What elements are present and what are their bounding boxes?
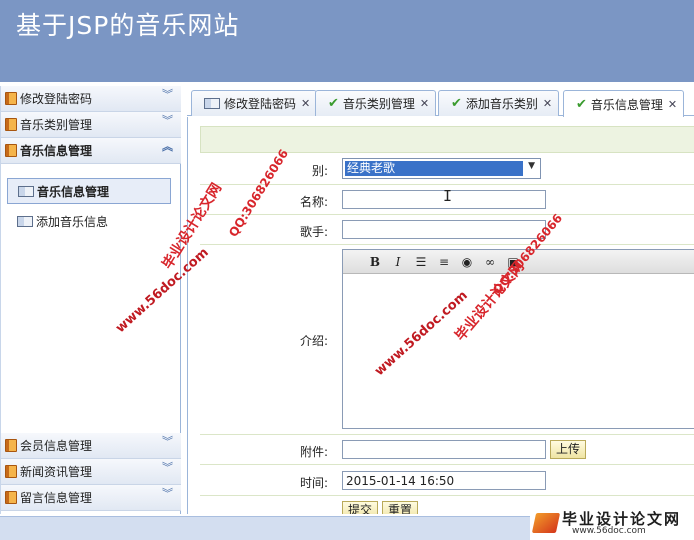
app-header: 基于JSP的音乐网站 — [0, 0, 694, 82]
sidebar-section-label: 音乐类别管理 — [20, 118, 93, 132]
check-icon: ✔ — [328, 96, 339, 111]
id-card-icon — [204, 98, 220, 109]
sidebar-item-music-info-manage[interactable]: 音乐信息管理 — [7, 178, 171, 204]
singer-label: 歌手: — [299, 225, 328, 239]
editor-toolbar: B I ☰ ≡ ◉ ∞ ▣ — [343, 250, 694, 274]
sidebar-section-label: 新闻资讯管理 — [20, 465, 93, 479]
link-icon[interactable]: ∞ — [480, 253, 500, 271]
form-row-intro: 介绍: B I ☰ ≡ ◉ ∞ ▣ — [200, 245, 694, 435]
folder-icon — [5, 118, 17, 131]
singer-input[interactable] — [342, 220, 546, 239]
folder-icon — [5, 491, 17, 504]
form-row-attachment: 附件: 上传 — [200, 435, 694, 465]
logo-mark — [531, 513, 561, 533]
tab-bar: 修改登陆密码 ✕ ✔ 音乐类别管理 ✕ ✔ 添加音乐类别 ✕ ✔ 音乐信息管理 … — [187, 86, 694, 117]
form-header-strip — [200, 126, 694, 153]
globe-icon[interactable]: ◉ — [457, 253, 477, 271]
close-icon[interactable]: ✕ — [543, 97, 552, 110]
tab-label: 音乐信息管理 — [590, 97, 663, 112]
ordered-list-icon[interactable]: ☰ — [411, 253, 431, 271]
chevron-down-icon[interactable]: ︾ — [162, 436, 173, 447]
sidebar: 修改登陆密码 ︾ 音乐类别管理 ︾ 音乐信息管理 ︽ 音乐信息管理 添加音乐信息… — [0, 86, 181, 514]
sidebar-section-members[interactable]: 会员信息管理 ︾ — [1, 433, 181, 459]
tab-music-info-manage[interactable]: ✔ 音乐信息管理 ✕ — [563, 90, 685, 117]
rich-text-editor[interactable]: B I ☰ ≡ ◉ ∞ ▣ — [342, 249, 694, 429]
sidebar-section-messages[interactable]: 留言信息管理 ︾ — [1, 485, 181, 511]
chevron-down-icon[interactable]: ︾ — [162, 115, 173, 126]
folder-icon — [5, 439, 17, 452]
site-title: 基于JSP的音乐网站 — [16, 11, 240, 40]
sidebar-section-music-info[interactable]: 音乐信息管理 ︽ — [1, 138, 181, 164]
folder-icon — [5, 92, 17, 105]
sidebar-section-category[interactable]: 音乐类别管理 ︾ — [1, 112, 181, 138]
text-cursor-icon: I — [443, 187, 453, 205]
sidebar-item-label: 添加音乐信息 — [36, 214, 109, 229]
italic-button[interactable]: I — [388, 253, 408, 271]
bold-button[interactable]: B — [365, 253, 385, 271]
logo-url: www.56doc.com — [572, 526, 646, 536]
chevron-up-icon[interactable]: ︽ — [162, 141, 173, 152]
category-select[interactable]: 经典老歌 ▼ — [342, 158, 541, 179]
sidebar-item-add-music[interactable]: 添加音乐信息 — [7, 208, 108, 234]
upload-button[interactable]: 上传 — [550, 440, 587, 459]
submit-button[interactable]: 提交 — [342, 501, 379, 514]
check-icon: ✔ — [451, 96, 462, 111]
tab-label: 修改登陆密码 — [224, 97, 297, 111]
chevron-down-icon[interactable]: ︾ — [162, 89, 173, 100]
sidebar-section-password[interactable]: 修改登陆密码 ︾ — [1, 86, 181, 112]
attachment-label: 附件: — [299, 445, 328, 459]
attachment-input[interactable] — [342, 440, 546, 459]
form-row-time: 时间: 2015-01-14 16:50 — [200, 465, 694, 496]
intro-label: 介绍: — [299, 334, 328, 348]
close-icon[interactable]: ✕ — [301, 97, 310, 110]
sidebar-section-body: 音乐信息管理 添加音乐信息 — [1, 164, 181, 436]
sidebar-section-label: 修改登陆密码 — [20, 92, 93, 106]
form-row-singer: 歌手: — [200, 215, 694, 245]
close-icon[interactable]: ✕ — [420, 97, 429, 110]
chevron-down-icon[interactable]: ︾ — [162, 488, 173, 499]
site-logo: 毕业设计论文网 www.56doc.com — [530, 507, 694, 540]
sidebar-section-label: 留言信息管理 — [20, 491, 93, 505]
unordered-list-icon[interactable]: ≡ — [434, 253, 454, 271]
form-row-category: 别: 经典老歌 ▼ — [200, 153, 694, 185]
sidebar-section-label: 会员信息管理 — [20, 439, 93, 453]
time-input[interactable]: 2015-01-14 16:50 — [342, 471, 546, 490]
sidebar-section-label: 音乐信息管理 — [20, 144, 93, 158]
category-selected-value: 经典老歌 — [345, 161, 523, 176]
tab-label: 音乐类别管理 — [342, 97, 415, 111]
dropdown-arrow-icon[interactable]: ▼ — [528, 161, 535, 171]
image-icon[interactable]: ▣ — [503, 253, 523, 271]
tab-add-category[interactable]: ✔ 添加音乐类别 ✕ — [438, 90, 560, 116]
check-icon: ✔ — [576, 96, 587, 112]
content-panel: 别: 经典老歌 ▼ 名称: 歌手: 介绍: B I ☰ ≡ ◉ ∞ ▣ 附件: — [187, 117, 694, 514]
tab-category-manage[interactable]: ✔ 音乐类别管理 ✕ — [315, 90, 437, 116]
sidebar-item-label: 音乐信息管理 — [37, 184, 110, 199]
sidebar-section-news[interactable]: 新闻资讯管理 ︾ — [1, 459, 181, 485]
category-label: 别: — [311, 164, 328, 178]
id-card-icon — [17, 215, 33, 227]
chevron-down-icon[interactable]: ︾ — [162, 462, 173, 473]
folder-icon — [5, 144, 17, 157]
tab-change-password[interactable]: 修改登陆密码 ✕ — [191, 90, 318, 116]
id-card-icon — [18, 185, 34, 197]
name-label: 名称: — [299, 195, 328, 209]
close-icon[interactable]: ✕ — [668, 98, 677, 111]
folder-icon — [5, 465, 17, 478]
tab-label: 添加音乐类别 — [465, 97, 538, 111]
reset-button[interactable]: 重置 — [382, 501, 419, 514]
time-label: 时间: — [299, 476, 328, 490]
